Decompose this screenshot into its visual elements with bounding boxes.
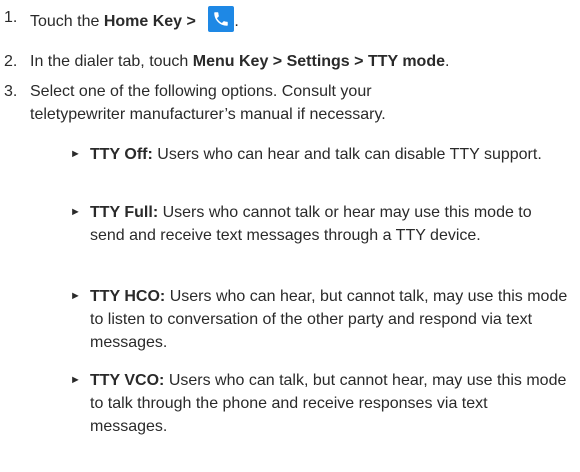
step-3-number: 3. — [4, 83, 18, 100]
option-text: TTY HCO: Users who can hear, but cannot … — [90, 285, 568, 354]
option-tty-vco: ► TTY VCO: Users who can talk, but canno… — [70, 369, 568, 438]
step-1-suffix: . — [234, 13, 239, 30]
step-2-bold: Menu Key > Settings > TTY mode — [192, 53, 445, 70]
step-3-line2: teletypewriter manufacturer’s manual if … — [30, 106, 386, 123]
bullet-icon: ► — [70, 290, 81, 302]
step-3: 3. Select one of the following options. … — [0, 80, 394, 126]
step-1-number: 1. — [4, 9, 18, 26]
option-tty-hco: ► TTY HCO: Users who can hear, but canno… — [70, 285, 568, 354]
option-title: TTY Off: — [90, 146, 153, 163]
step-2-prefix: In the dialer tab, touch — [30, 53, 193, 70]
step-1-prefix: Touch the — [30, 13, 104, 30]
phone-icon — [208, 6, 235, 32]
bullet-icon: ► — [70, 148, 81, 160]
step-1: 1. Touch the Home Key > . — [0, 6, 247, 33]
option-tty-off: ► TTY Off: Users who can hear and talk c… — [70, 143, 568, 166]
bullet-icon: ► — [70, 206, 81, 218]
option-title: TTY VCO: — [90, 372, 165, 389]
step-1-text: Touch the Home Key > . — [30, 6, 247, 33]
option-text: TTY VCO: Users who can talk, but cannot … — [90, 369, 568, 438]
step-3-text: Select one of the following options. Con… — [30, 80, 394, 126]
bullet-icon: ► — [70, 374, 81, 386]
option-text: TTY Full: Users who cannot talk or hear … — [90, 201, 568, 247]
step-2-number: 2. — [4, 53, 18, 70]
step-1-bold: Home Key > — [103, 13, 201, 30]
option-title: TTY Full: — [90, 204, 159, 221]
option-text: TTY Off: Users who can hear and talk can… — [90, 143, 568, 166]
step-3-line1: Select one of the following options. Con… — [30, 83, 372, 100]
step-2-text: In the dialer tab, touch Menu Key > Sett… — [30, 50, 457, 73]
step-2: 2. In the dialer tab, touch Menu Key > S… — [0, 50, 457, 73]
option-tty-full: ► TTY Full: Users who cannot talk or hea… — [70, 201, 568, 247]
step-2-suffix: . — [444, 53, 450, 70]
option-desc: Users who can hear and talk can disable … — [152, 146, 542, 163]
option-title: TTY HCO: — [90, 288, 166, 305]
